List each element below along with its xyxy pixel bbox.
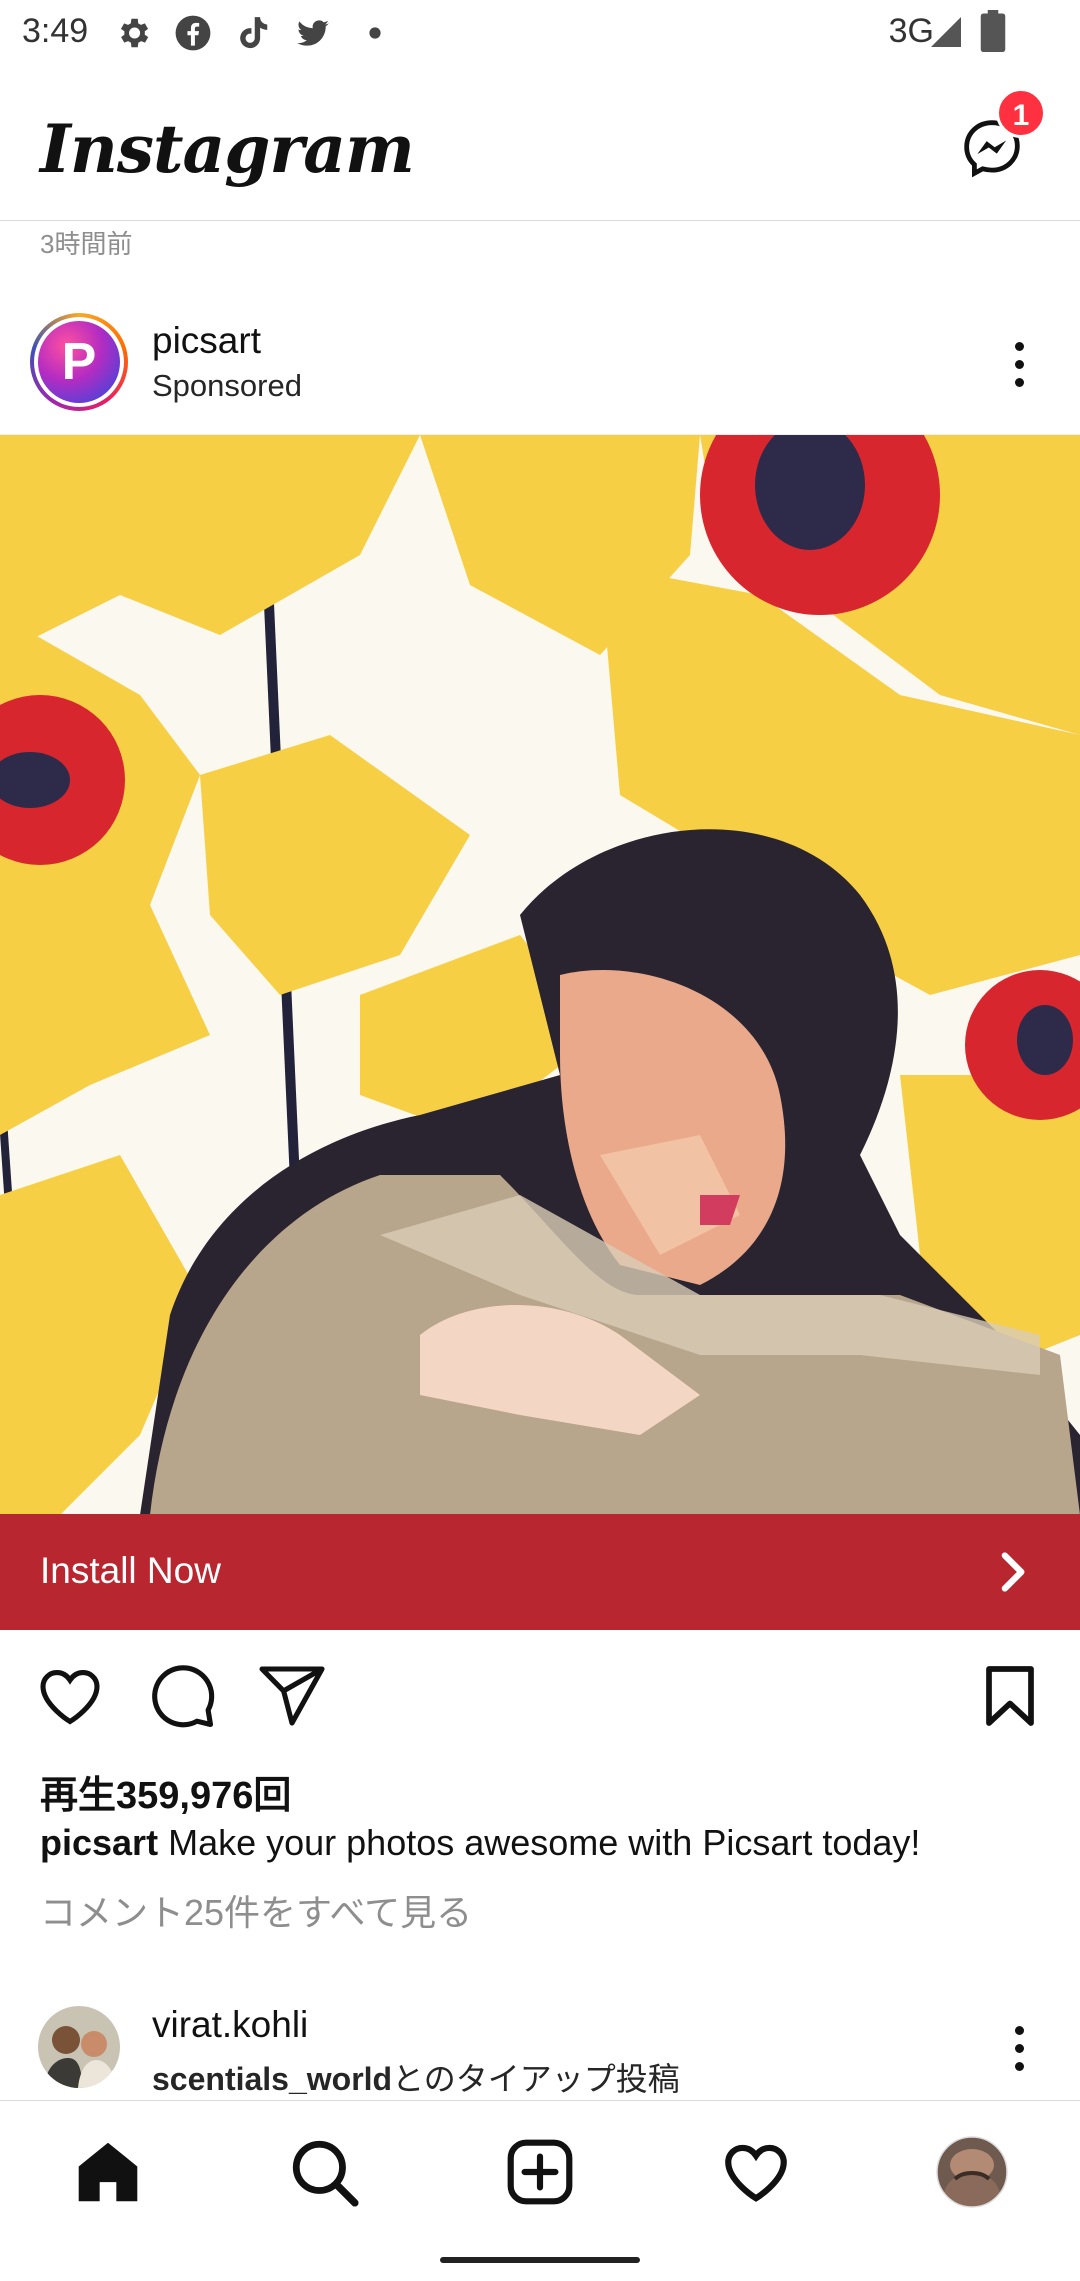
previous-post-timestamp: 3時間前 (40, 229, 133, 259)
avatar-border: P (34, 317, 124, 407)
picsart-logo: P (38, 321, 120, 403)
view-all-comments-link[interactable]: コメント25件をすべて見る (40, 1884, 472, 1936)
comment-icon[interactable] (146, 1660, 218, 1732)
twitter-icon (297, 20, 329, 46)
post-more-options-icon[interactable] (998, 334, 1042, 394)
instagram-logo[interactable]: Instagram (40, 110, 415, 188)
caption-username[interactable]: picsart (40, 1822, 158, 1863)
paid-partnership-label: scentials_worldとのタイアップ投稿 (152, 2054, 680, 2100)
tiktok-icon (240, 17, 268, 49)
gear-icon (120, 18, 149, 48)
facebook-icon (175, 15, 211, 51)
post-avatar[interactable]: P (30, 313, 128, 411)
caption-text: Make your photos awesome with Picsart to… (168, 1822, 921, 1863)
status-bar: 3:49 3G (0, 0, 1080, 66)
ad-illustration (0, 435, 1080, 1515)
sponsored-label[interactable]: Sponsored (152, 368, 302, 404)
avatar-letter: P (61, 333, 97, 391)
post-media[interactable] (0, 434, 1080, 1515)
next-post-username[interactable]: virat.kohli (152, 2004, 308, 2046)
activity-heart-icon[interactable] (719, 2135, 793, 2209)
partnership-suffix: とのタイアップ投稿 (392, 2061, 680, 2097)
search-icon[interactable] (287, 2135, 361, 2209)
share-icon[interactable] (256, 1660, 328, 1732)
next-post-more-options-icon[interactable] (998, 2018, 1042, 2078)
app-header: Instagram 1 (0, 66, 1080, 221)
install-now-button[interactable]: Install Now (0, 1514, 1080, 1630)
signal-icon (931, 17, 961, 47)
create-icon[interactable] (503, 2135, 577, 2209)
chevron-right-icon (1001, 1552, 1025, 1592)
dot-icon (369, 27, 381, 39)
home-indicator[interactable] (440, 2257, 640, 2263)
battery-icon (980, 10, 1006, 52)
status-time: 3:49 (22, 12, 89, 50)
view-count[interactable]: 再生359,976回 (40, 1764, 291, 1819)
next-post-avatar[interactable] (38, 2006, 120, 2088)
bottom-navigation (0, 2100, 1080, 2281)
post-username[interactable]: picsart (152, 320, 261, 362)
messenger-badge: 1 (996, 88, 1046, 138)
like-heart-icon[interactable] (34, 1660, 106, 1732)
cta-label: Install Now (40, 1550, 221, 1591)
avatar-photo (38, 2006, 120, 2088)
profile-avatar[interactable] (935, 2135, 1009, 2209)
post-caption: picsart Make your photos awesome with Pi… (40, 1822, 920, 1864)
home-icon[interactable] (71, 2135, 145, 2209)
save-bookmark-icon[interactable] (974, 1660, 1046, 1732)
partner-username[interactable]: scentials_world (152, 2061, 392, 2097)
